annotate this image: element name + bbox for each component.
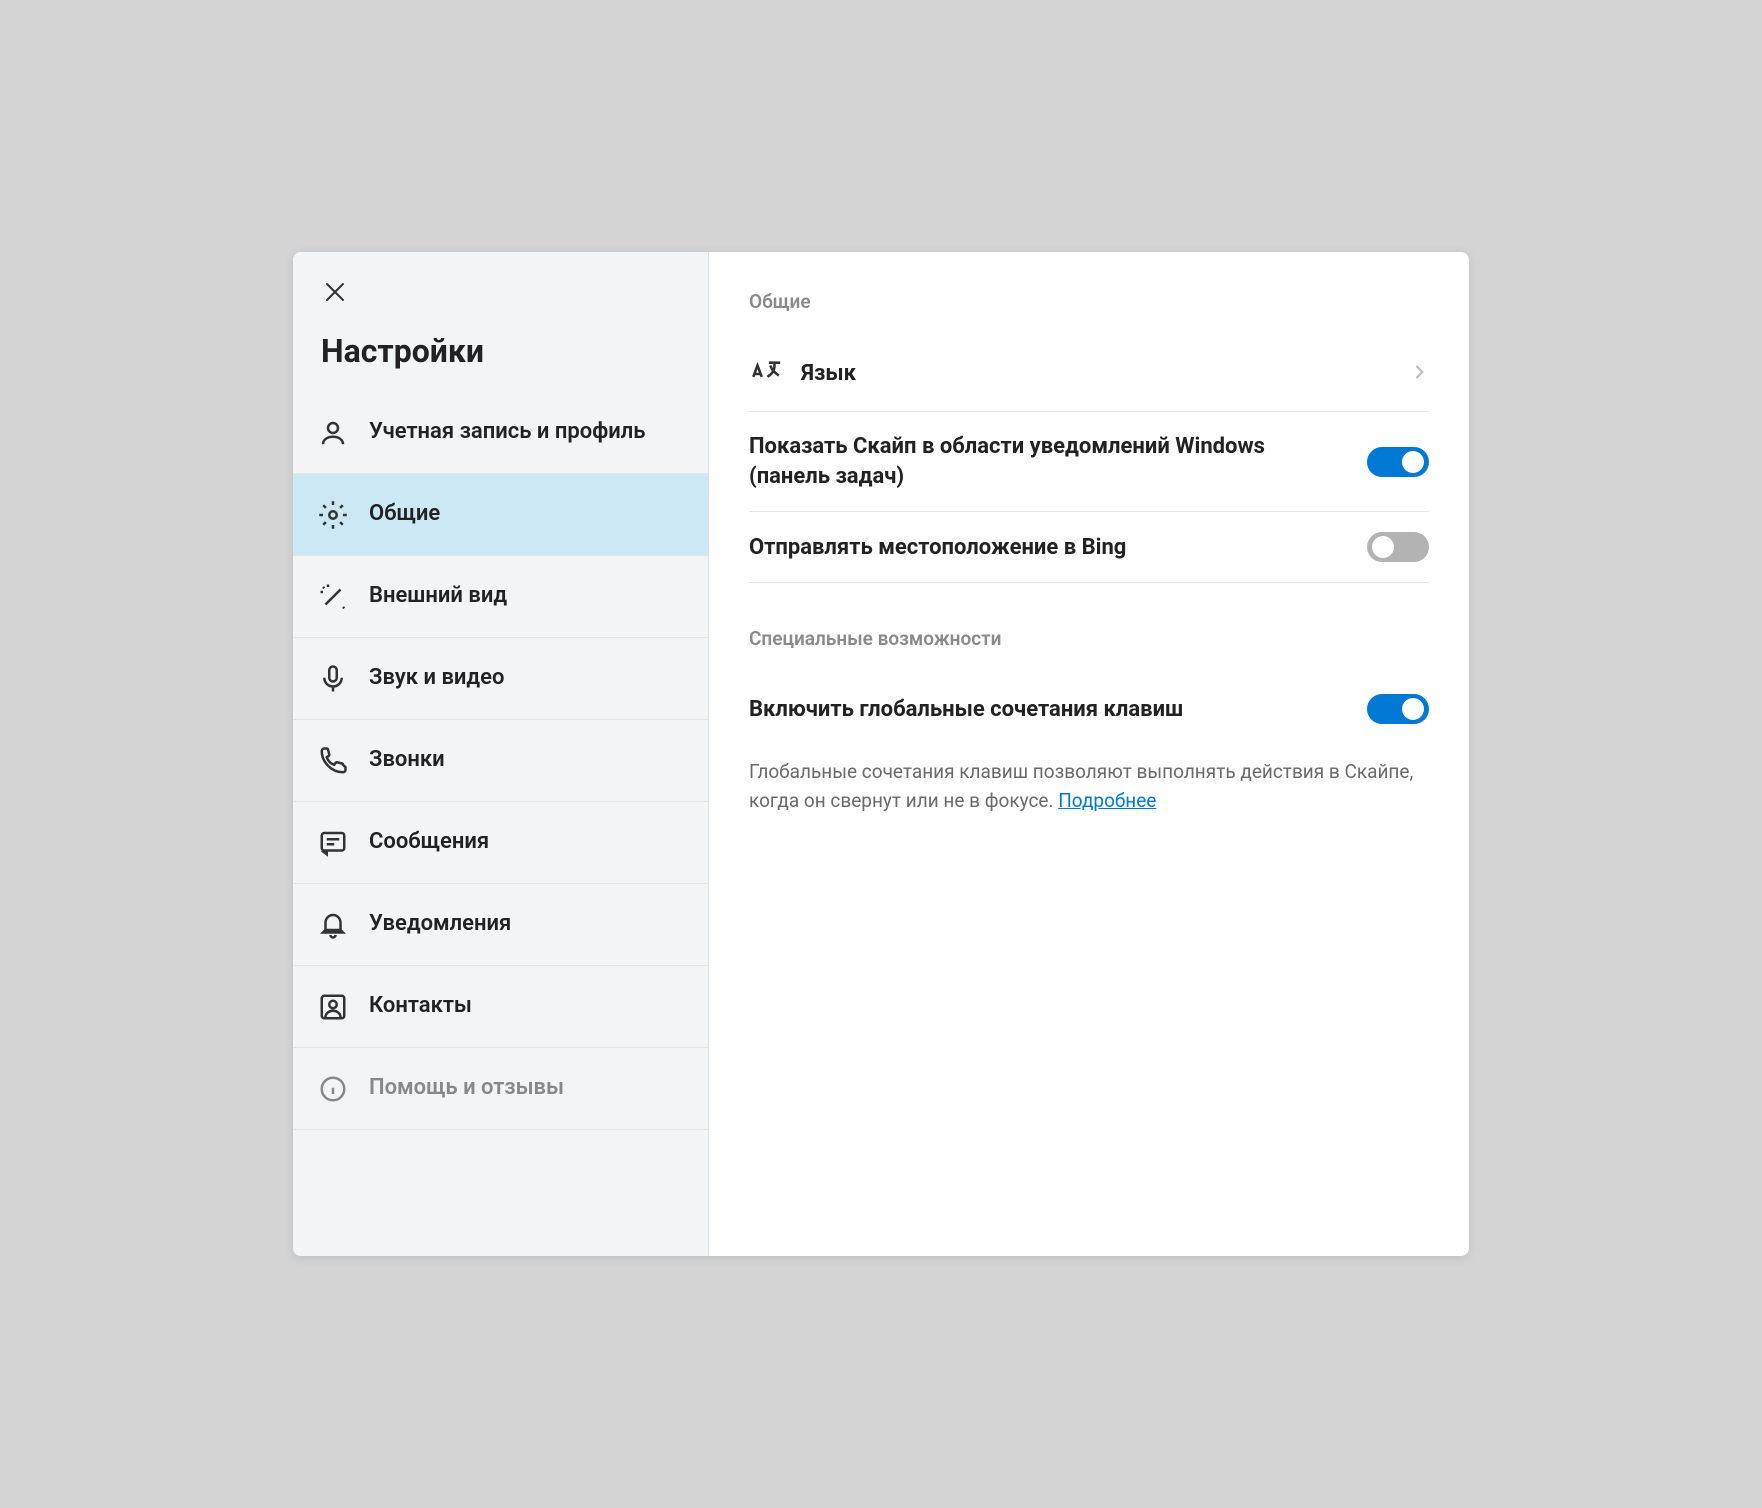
language-row[interactable]: Язык: [749, 337, 1429, 412]
sidebar-item-calls[interactable]: Звонки: [293, 720, 708, 802]
tray-row: Показать Скайп в области уведомлений Win…: [749, 412, 1429, 512]
section-accessibility-header: Специальные возможности: [749, 627, 1429, 650]
section-general-header: Общие: [749, 290, 1429, 313]
sidebar-item-help[interactable]: Помощь и отзывы: [293, 1048, 708, 1130]
sidebar-item-messages[interactable]: Сообщения: [293, 802, 708, 884]
bell-icon: [317, 909, 349, 941]
sidebar-item-appearance[interactable]: Внешний вид: [293, 556, 708, 638]
toggle-knob: [1402, 451, 1424, 473]
sidebar-item-label: Звонки: [369, 746, 445, 775]
wand-icon: [317, 581, 349, 613]
bing-toggle[interactable]: [1367, 532, 1429, 562]
info-icon: [317, 1073, 349, 1105]
hotkeys-label: Включить глобальные сочетания клавиш: [749, 695, 1183, 725]
sidebar-item-label: Контакты: [369, 992, 472, 1021]
sidebar-item-label: Внешний вид: [369, 582, 507, 611]
chat-icon: [317, 827, 349, 859]
settings-title: Настройки: [293, 322, 708, 392]
sidebar: Настройки Учетная запись и профиль Общие…: [293, 252, 709, 1256]
tray-label: Показать Скайп в области уведомлений Win…: [749, 432, 1279, 491]
sidebar-item-label: Сообщения: [369, 828, 489, 857]
mic-icon: [317, 663, 349, 695]
hotkeys-toggle[interactable]: [1367, 694, 1429, 724]
sidebar-item-contacts[interactable]: Контакты: [293, 966, 708, 1048]
toggle-knob: [1402, 698, 1424, 720]
main-panel: Общие Язык Показать Скайп в области увед…: [709, 252, 1469, 1256]
language-icon: [749, 357, 783, 391]
person-icon: [317, 417, 349, 449]
sidebar-item-label: Общие: [369, 500, 440, 529]
sidebar-item-general[interactable]: Общие: [293, 474, 708, 556]
bing-row: Отправлять место­положение в Bing: [749, 512, 1429, 583]
hotkeys-description: Глобальные сочетания клавиш позволяют вы…: [749, 744, 1429, 815]
sidebar-item-account[interactable]: Учетная запись и профиль: [293, 392, 708, 474]
sidebar-item-label: Помощь и отзывы: [369, 1074, 564, 1103]
close-icon: [323, 280, 347, 304]
sidebar-item-notifications[interactable]: Уведомления: [293, 884, 708, 966]
sidebar-item-label: Звук и видео: [369, 664, 504, 693]
hotkeys-row: Включить глобальные сочетания клавиш: [749, 674, 1429, 744]
tray-toggle[interactable]: [1367, 447, 1429, 477]
bing-label: Отправлять место­положение в Bing: [749, 533, 1126, 563]
phone-icon: [317, 745, 349, 777]
sidebar-item-audio-video[interactable]: Звук и видео: [293, 638, 708, 720]
close-button[interactable]: [293, 252, 708, 322]
language-label: Язык: [801, 359, 856, 389]
contact-icon: [317, 991, 349, 1023]
chevron-right-icon: [1409, 362, 1429, 386]
hotkeys-learn-more-link[interactable]: Подробнее: [1058, 789, 1156, 812]
sidebar-item-label: Уведомления: [369, 910, 511, 939]
gear-icon: [317, 499, 349, 531]
sidebar-item-label: Учетная запись и профиль: [369, 418, 646, 447]
toggle-knob: [1372, 536, 1394, 558]
settings-window: Настройки Учетная запись и профиль Общие…: [293, 252, 1469, 1256]
